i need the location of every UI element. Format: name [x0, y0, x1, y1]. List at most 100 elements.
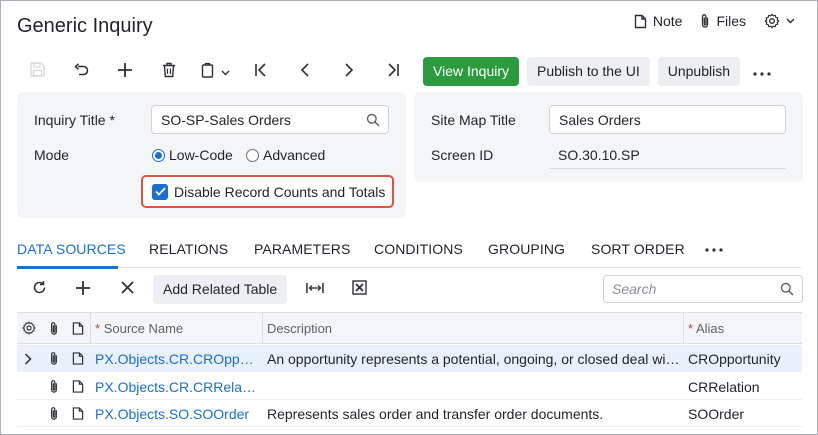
- column-divider: [683, 313, 684, 343]
- files-button[interactable]: Files: [700, 13, 746, 29]
- expand-row-icon[interactable]: [24, 352, 32, 368]
- divider: [549, 168, 786, 169]
- paperclip-icon[interactable]: [49, 351, 59, 369]
- column-header-description[interactable]: Description: [267, 321, 332, 336]
- disable-record-counts-checkbox[interactable]: Disable Record Counts and Totals: [141, 175, 394, 208]
- grid-search-input[interactable]: Search: [603, 275, 803, 303]
- more-actions-button[interactable]: [750, 57, 774, 86]
- grid-toolbar: Add Related Table: [17, 274, 381, 304]
- fit-columns-icon: [306, 281, 324, 297]
- document-icon[interactable]: [72, 351, 84, 369]
- alias-cell: CRRelation: [688, 379, 760, 395]
- export-excel-button[interactable]: [337, 274, 381, 304]
- paperclip-icon: [700, 13, 710, 29]
- inquiry-title-value: SO-SP-Sales Orders: [161, 111, 291, 128]
- next-icon: [344, 62, 354, 80]
- disable-record-counts-label: Disable Record Counts and Totals: [174, 183, 386, 200]
- column-header-alias[interactable]: * Alias: [688, 321, 724, 336]
- active-tab-indicator: [17, 266, 118, 269]
- copy-paste-icon: [201, 62, 215, 81]
- required-mark: *: [109, 112, 115, 128]
- search-icon[interactable]: [366, 113, 380, 130]
- note-button[interactable]: Note: [634, 13, 683, 29]
- table-row[interactable]: PX.Objects.CR.CROpp… An opportunity repr…: [17, 345, 802, 372]
- table-row[interactable]: PX.Objects.CR.CRRela… CRRelation: [17, 373, 802, 400]
- column-header-source-name[interactable]: * Source Name: [95, 321, 183, 336]
- tab-conditions[interactable]: CONDITIONS: [374, 241, 463, 257]
- description-cell: Represents sales order and transfer orde…: [267, 406, 604, 422]
- mode-radio-low-code[interactable]: Low-Code: [152, 147, 233, 163]
- previous-record-button[interactable]: [283, 56, 327, 86]
- top-actions: Note Files: [634, 13, 795, 29]
- delete-row-button[interactable]: [105, 274, 149, 304]
- radio-indicator: [246, 148, 259, 162]
- settings-menu-button[interactable]: [764, 13, 795, 29]
- next-record-button[interactable]: [327, 56, 371, 86]
- tab-grouping[interactable]: GROUPING: [488, 241, 565, 257]
- alias-cell: SOOrder: [688, 406, 745, 422]
- document-icon[interactable]: [72, 379, 84, 397]
- source-name-cell[interactable]: PX.Objects.CR.CRRela…: [95, 379, 260, 395]
- screen-id-label: Screen ID: [431, 147, 494, 163]
- last-record-button[interactable]: [371, 56, 415, 86]
- delete-button[interactable]: [147, 56, 191, 86]
- document-icon: [72, 321, 84, 339]
- save-button[interactable]: [15, 56, 59, 86]
- source-name-cell[interactable]: PX.Objects.CR.CROpp…: [95, 351, 260, 367]
- add-button[interactable]: [103, 56, 147, 86]
- paperclip-icon[interactable]: [49, 379, 59, 397]
- site-map-title-field[interactable]: Sales Orders: [549, 105, 786, 134]
- undo-button[interactable]: [59, 56, 103, 86]
- inquiry-title-field[interactable]: SO-SP-Sales Orders: [151, 105, 389, 134]
- fit-columns-button[interactable]: [293, 274, 337, 304]
- chevron-down-icon: [221, 63, 230, 79]
- mode-radio-advanced[interactable]: Advanced: [246, 147, 325, 163]
- table-header: * Source Name Description * Alias: [17, 312, 802, 344]
- first-record-button[interactable]: [239, 56, 283, 86]
- tab-sort-order[interactable]: SORT ORDER: [591, 241, 685, 257]
- mode-option-advanced: Advanced: [263, 147, 326, 163]
- source-name-cell[interactable]: PX.Objects.SO.SOOrder: [95, 406, 260, 422]
- mode-option-low-code: Low-Code: [169, 147, 233, 163]
- paperclip-icon[interactable]: [49, 406, 59, 424]
- gear-icon: [764, 13, 780, 29]
- column-header-source-name-text: Source Name: [103, 321, 184, 336]
- publish-to-ui-button[interactable]: Publish to the UI: [527, 56, 650, 86]
- tab-parameters[interactable]: PARAMETERS: [254, 241, 350, 257]
- search-icon[interactable]: [780, 282, 794, 299]
- tabs-more-button[interactable]: [705, 239, 723, 255]
- main-toolbar: View Inquiry Publish to the UI Unpublish: [15, 56, 774, 86]
- add-row-button[interactable]: [61, 274, 105, 304]
- note-icon: [634, 14, 647, 29]
- site-map-title-label: Site Map Title: [431, 112, 516, 128]
- grid-search-placeholder: Search: [612, 281, 657, 297]
- prev-icon: [300, 62, 310, 80]
- screen-id-value: SO.30.10.SP: [558, 147, 640, 163]
- column-settings-gear-icon[interactable]: [22, 321, 36, 338]
- refresh-button[interactable]: [17, 274, 61, 304]
- refresh-icon: [32, 280, 47, 298]
- tab-relations[interactable]: RELATIONS: [149, 241, 228, 257]
- unpublish-button[interactable]: Unpublish: [657, 56, 741, 86]
- plus-icon: [75, 280, 91, 299]
- more-icon: [705, 239, 723, 255]
- tab-bar: DATA SOURCES RELATIONS PARAMETERS CONDIT…: [17, 239, 801, 269]
- paperclip-icon: [49, 321, 59, 339]
- add-related-table-button[interactable]: Add Related Table: [153, 274, 288, 304]
- mode-label: Mode: [34, 147, 70, 163]
- last-page-icon: [386, 62, 400, 80]
- excel-export-icon: [351, 280, 367, 298]
- document-icon[interactable]: [72, 406, 84, 424]
- alias-cell: CROpportunity: [688, 351, 781, 367]
- column-divider: [90, 313, 91, 343]
- site-map-title-value: Sales Orders: [559, 111, 641, 128]
- chevron-down-icon: [786, 18, 795, 24]
- more-icon: [753, 63, 771, 79]
- tab-data-sources[interactable]: DATA SOURCES: [17, 241, 126, 257]
- checkbox-checked-icon: [152, 183, 168, 200]
- copy-paste-menu-button[interactable]: [191, 56, 239, 86]
- note-label: Note: [652, 13, 683, 29]
- view-inquiry-button[interactable]: View Inquiry: [423, 56, 520, 86]
- files-label: Files: [716, 13, 746, 29]
- table-row[interactable]: PX.Objects.SO.SOOrder Represents sales o…: [17, 400, 802, 427]
